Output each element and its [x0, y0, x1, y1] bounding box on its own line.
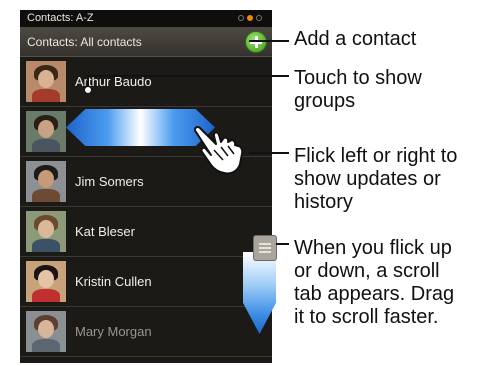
contact-name: Kat Bleser: [75, 224, 135, 239]
grip-line: [259, 247, 271, 249]
callout-scroll-tab: When you flick up or down, a scroll tab …: [294, 237, 455, 328]
avatar: [26, 161, 66, 202]
grip-line: [259, 251, 271, 253]
callout-line-scroll: [276, 243, 289, 245]
callout-add-contact: Add a contact: [294, 28, 417, 50]
contact-name: Mary Morgan: [75, 324, 152, 339]
status-bar: Contacts: A-Z: [20, 10, 272, 27]
contact-row[interactable]: Kat Bleser: [20, 207, 272, 257]
page-dot: [256, 15, 262, 21]
avatar: [26, 61, 66, 102]
contact-list[interactable]: Arthur Baudo B Jim Somers Kat Bleser Kri…: [20, 57, 272, 357]
page-dot: [238, 15, 244, 21]
contact-row[interactable]: Mary Morgan: [20, 307, 272, 357]
callout-line-flick: [249, 152, 289, 154]
callout-dot-groups: [84, 86, 92, 94]
page-indicator: [238, 15, 262, 21]
avatar: [26, 311, 66, 352]
grip-line: [259, 243, 271, 245]
contact-name: Jim Somers: [75, 174, 144, 189]
callout-flick: Flick left or right to show updates or h…: [294, 145, 458, 213]
contact-row[interactable]: Arthur Baudo: [20, 57, 272, 107]
callout-show-groups: Touch to show groups: [294, 67, 422, 112]
callout-line-add: [249, 40, 289, 42]
contact-name: Kristin Cullen: [75, 274, 152, 289]
avatar: [26, 111, 66, 152]
contacts-filter-label[interactable]: Contacts: All contacts: [27, 35, 142, 49]
contact-row[interactable]: Kristin Cullen: [20, 257, 272, 307]
hand-pointer-icon: [193, 125, 244, 175]
page-dot-active: [247, 15, 253, 21]
avatar: [26, 211, 66, 252]
screen-title: Contacts: A-Z: [27, 12, 94, 24]
avatar: [26, 261, 66, 302]
phone-screen: Contacts: A-Z Contacts: All contacts Art…: [20, 10, 272, 363]
add-contact-button[interactable]: [245, 31, 267, 53]
contacts-filter-bar[interactable]: Contacts: All contacts: [20, 27, 272, 57]
scroll-tab[interactable]: [253, 235, 277, 261]
callout-line-groups: [87, 75, 289, 77]
